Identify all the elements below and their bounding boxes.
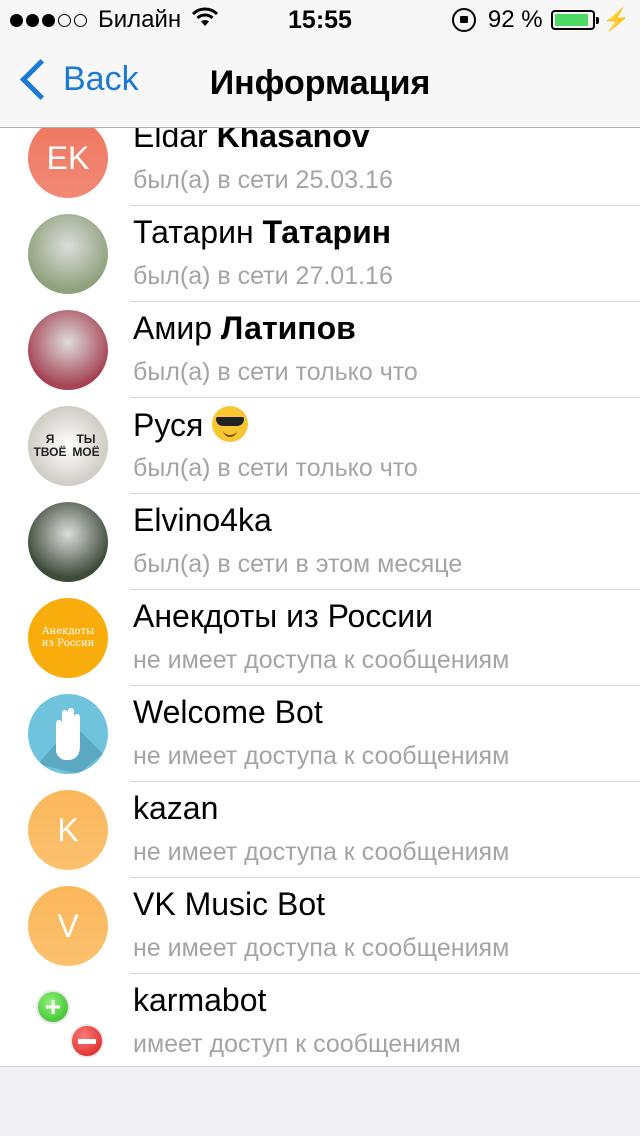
sunglasses-emoji: 😎 <box>212 406 249 442</box>
avatar: Я ТВОЁ ТЫ МОЁ <box>28 406 108 486</box>
first-name: kazan <box>133 790 219 826</box>
avatar-photo-text: ТЫ МОЁ <box>72 432 100 459</box>
first-name: Руся <box>133 407 204 443</box>
charging-icon: ⚡ <box>602 7 630 32</box>
first-name: Амир <box>133 310 213 346</box>
member-row[interactable]: Амир Латипов был(а) в сети только что <box>0 302 640 398</box>
member-row[interactable]: + karmabot имеет доступ к сообщениям <box>0 974 640 1066</box>
member-name: karmabot <box>133 982 266 1019</box>
member-status: имеет доступ к сообщениям <box>133 1030 461 1058</box>
member-row[interactable]: Welcome Bot не имеет доступа к сообщениям <box>0 686 640 782</box>
first-name: Eldar <box>133 128 208 154</box>
first-name: karmabot <box>133 982 267 1018</box>
smile-shape <box>223 429 238 437</box>
navigation-bar: Back Информация <box>0 40 640 128</box>
member-status: не имеет доступа к сообщениям <box>133 934 510 962</box>
avatar-initials: V <box>57 907 79 944</box>
member-status: был(а) в сети 27.01.16 <box>133 262 393 290</box>
member-row[interactable]: Kkazan не имеет доступа к сообщениям <box>0 782 640 878</box>
member-name: Амир Латипов <box>133 310 356 347</box>
avatar: K <box>28 790 108 870</box>
member-name: Eldar Khasanov <box>133 128 370 155</box>
member-name: Elvino4ka <box>133 502 272 539</box>
battery-percent: 92 % <box>487 6 543 33</box>
avatar <box>28 310 108 390</box>
first-name: Elvino4ka <box>133 502 272 538</box>
member-row[interactable]: Анекдоты из России Анекдоты из России не и… <box>0 590 640 686</box>
avatar-photo-text: Я ТВОЁ <box>33 432 67 459</box>
member-list: EK Eldar Khasanov был(а) в сети 25.03.16 Та… <box>0 128 640 1066</box>
member-row[interactable]: Elvino4ka был(а) в сети в этом месяце <box>0 494 640 590</box>
avatar-initials: K <box>57 811 79 848</box>
avatar: EK <box>28 128 108 198</box>
member-status: был(а) в сети 25.03.16 <box>133 166 393 194</box>
avatar: + <box>28 982 108 1062</box>
first-name: VK Music Bot <box>133 886 326 922</box>
member-status: не имеет доступа к сообщениям <box>133 742 510 770</box>
sunglasses-shape <box>216 417 245 426</box>
member-name: Welcome Bot <box>133 694 323 731</box>
avatar: V <box>28 886 108 966</box>
battery-icon <box>550 10 599 30</box>
status-bar: Билайн 15:55 92 % ⚡ <box>0 0 640 40</box>
list-footer <box>0 1066 640 1136</box>
member-status: был(а) в сети только что <box>133 358 418 386</box>
member-row[interactable]: EK Eldar Khasanov был(а) в сети 25.03.16 <box>0 128 640 206</box>
hand-icon <box>38 708 103 774</box>
rotation-lock-icon <box>451 8 476 32</box>
avatar: Анекдоты из России <box>28 598 108 678</box>
plus-circle-icon: + <box>36 990 70 1024</box>
avatar <box>28 502 108 582</box>
minus-circle-icon <box>70 1024 104 1058</box>
avatar <box>28 214 108 294</box>
member-status: был(а) в сети только что <box>133 454 418 482</box>
member-row[interactable]: Я ТВОЁТЫ МОЁ Руся 😎 был(а) в сети только ч… <box>0 398 640 494</box>
page-title: Информация <box>209 64 431 102</box>
member-status: был(а) в сети в этом месяце <box>133 550 463 578</box>
first-name: Анекдоты из России <box>133 598 434 634</box>
member-name: Татарин Татарин <box>133 214 391 251</box>
member-status: не имеет доступа к сообщениям <box>133 838 510 866</box>
first-name: Татарин <box>133 214 254 250</box>
member-name: Анекдоты из России <box>133 598 433 635</box>
last-name: Латипов <box>220 310 356 346</box>
last-name: Khasanov <box>216 128 370 154</box>
avatar-logo-text: Анекдоты из России <box>41 626 95 649</box>
member-row[interactable]: V VK Music Bot не имеет доступа к сообщени… <box>0 878 640 974</box>
avatar <box>28 694 108 774</box>
first-name: Welcome Bot <box>133 694 323 730</box>
member-name: VK Music Bot <box>133 886 325 923</box>
last-name: Татарин <box>262 214 392 250</box>
battery-area: 92 % ⚡ <box>451 6 630 34</box>
member-row[interactable]: Татарин Татарин был(а) в сети 27.01.16 <box>0 206 640 302</box>
member-name: Руся 😎 <box>133 406 249 444</box>
avatar-initials: EK <box>46 139 90 176</box>
member-status: не имеет доступа к сообщениям <box>133 646 510 674</box>
member-name: kazan <box>133 790 218 827</box>
